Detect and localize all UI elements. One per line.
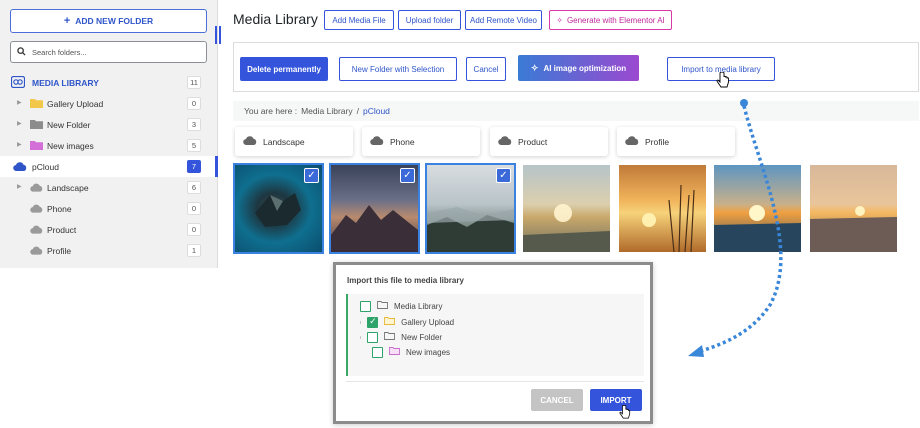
folder-checkbox[interactable]: [367, 316, 379, 328]
folder-outline-icon: [384, 317, 396, 327]
dialog-item-new-folder[interactable]: ₗ New Folder: [360, 330, 442, 344]
tree-branch-icon: ₗ: [360, 319, 362, 326]
folder-checkbox[interactable]: [372, 346, 383, 358]
folder-checkbox[interactable]: [367, 331, 379, 343]
folder-checkbox[interactable]: [360, 300, 371, 312]
hand-cursor-icon: [716, 72, 729, 88]
page: + ADD NEW FOLDER MEDIA LIBRARY 11 ▶: [0, 0, 920, 428]
dialog-import-button[interactable]: IMPORT: [590, 389, 642, 411]
dialog-cancel-button[interactable]: CANCEL: [531, 389, 583, 411]
dialog-item-label: New images: [406, 347, 451, 357]
folder-outline-icon: [389, 347, 400, 357]
dialog-title: Import this file to media library: [347, 276, 464, 285]
dialog-item-new-images[interactable]: New images: [372, 345, 450, 359]
dialog-item-label: Media Library: [394, 301, 443, 311]
hand-cursor-icon: [619, 405, 631, 419]
dialog-divider: [346, 381, 644, 382]
tree-branch-icon: ₗ: [360, 334, 362, 341]
folder-outline-icon: [377, 301, 388, 311]
dialog-item-media-library[interactable]: Media Library: [360, 299, 442, 313]
dialog-folder-tree: Media Library ₗ Gallery Upload ₗ New Fol…: [346, 294, 644, 376]
import-dialog: Import this file to media library Media …: [333, 262, 653, 424]
dialog-item-label: Gallery Upload: [401, 317, 455, 327]
dialog-item-label: New Folder: [401, 332, 443, 342]
dialog-item-gallery-upload[interactable]: ₗ Gallery Upload: [360, 315, 454, 329]
folder-outline-icon: [384, 332, 396, 342]
